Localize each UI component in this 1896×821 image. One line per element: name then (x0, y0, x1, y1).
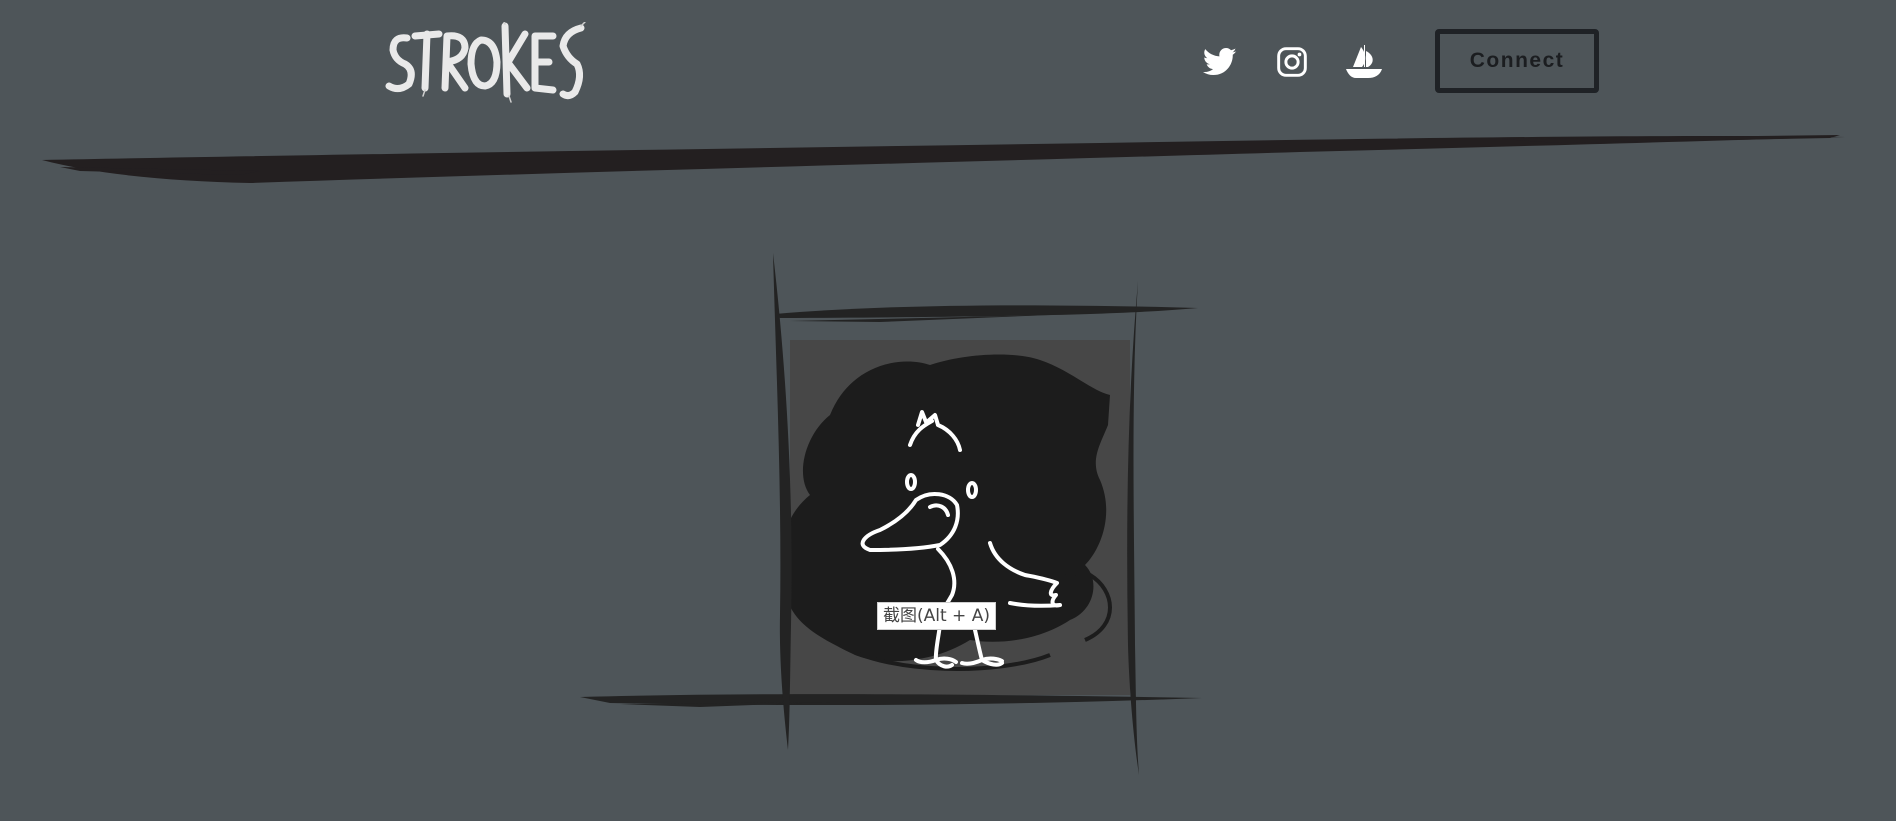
instagram-link[interactable] (1272, 42, 1312, 82)
twitter-icon (1203, 47, 1237, 76)
opensea-link[interactable] (1344, 42, 1384, 82)
strokes-logo[interactable] (385, 22, 590, 104)
screenshot-tooltip: 截图(Alt + A) (877, 602, 996, 630)
twitter-link[interactable] (1200, 42, 1240, 82)
connect-button[interactable]: Connect (1435, 29, 1599, 93)
instagram-icon (1277, 47, 1307, 77)
page: Connect 截图(Alt + A) (0, 0, 1896, 821)
crow-artwork (580, 253, 1202, 775)
brush-divider (42, 135, 1845, 183)
opensea-icon (1346, 45, 1382, 78)
